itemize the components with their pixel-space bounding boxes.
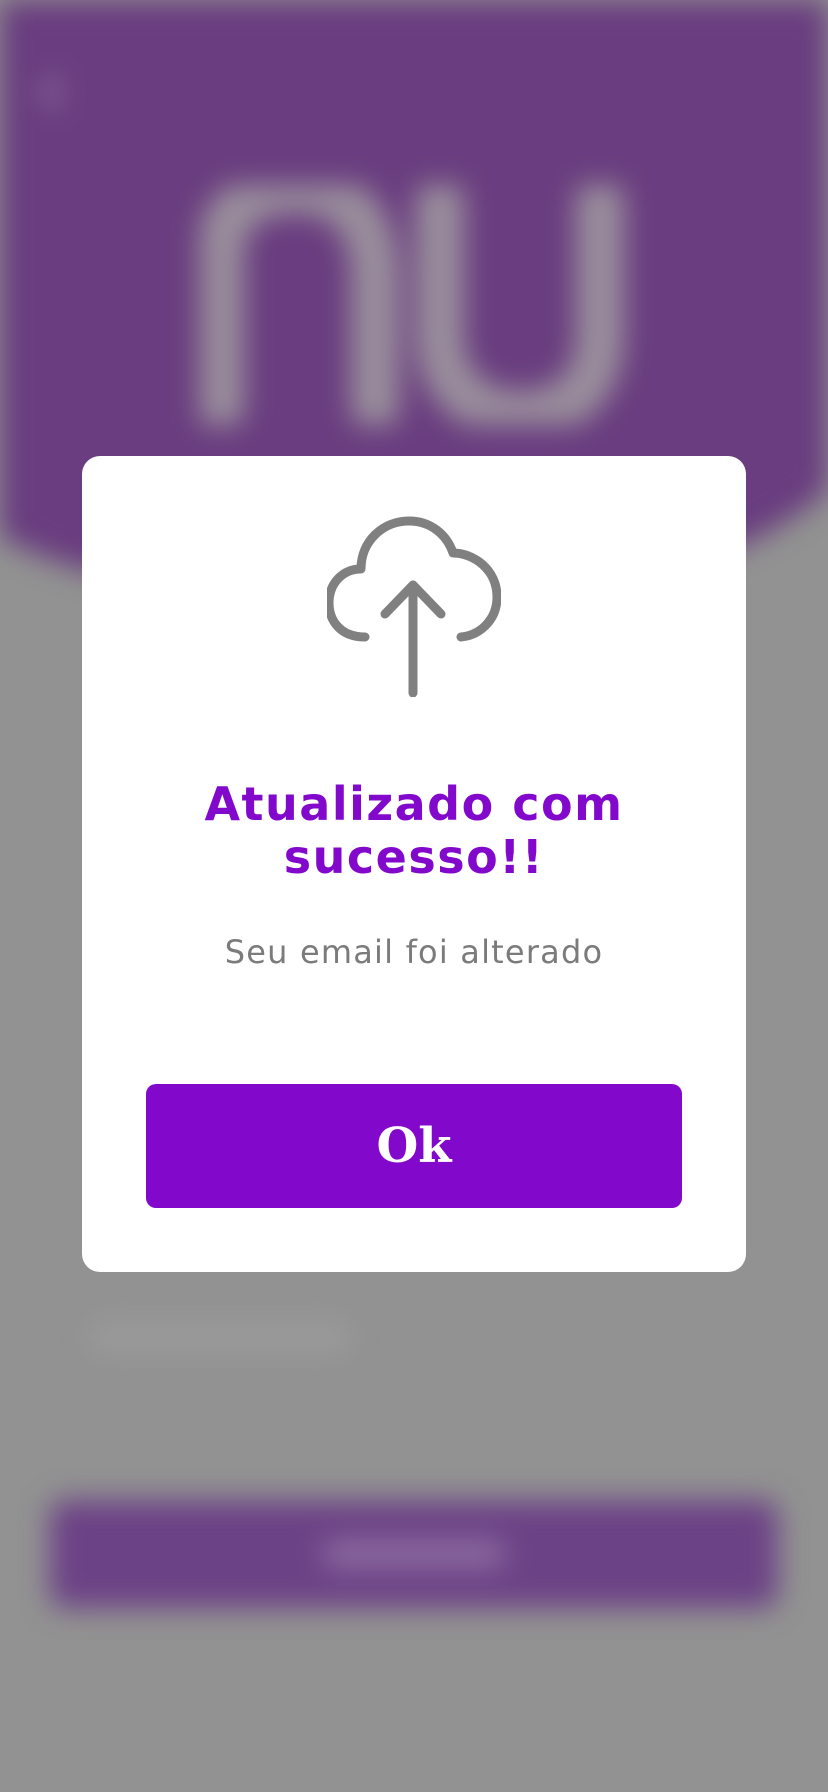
nubank-logo-icon	[200, 185, 624, 425]
cloud-upload-icon	[327, 516, 501, 697]
back-icon	[41, 75, 61, 109]
success-dialog: Atualizado com sucesso!! Seu email foi a…	[82, 456, 746, 1272]
dialog-title: Atualizado com sucesso!!	[204, 777, 624, 884]
ok-button[interactable]: Ok	[146, 1084, 682, 1208]
background-continue-button	[50, 1500, 778, 1608]
background-text-line	[90, 1320, 350, 1354]
dialog-message: Seu email foi alterado	[224, 933, 604, 971]
